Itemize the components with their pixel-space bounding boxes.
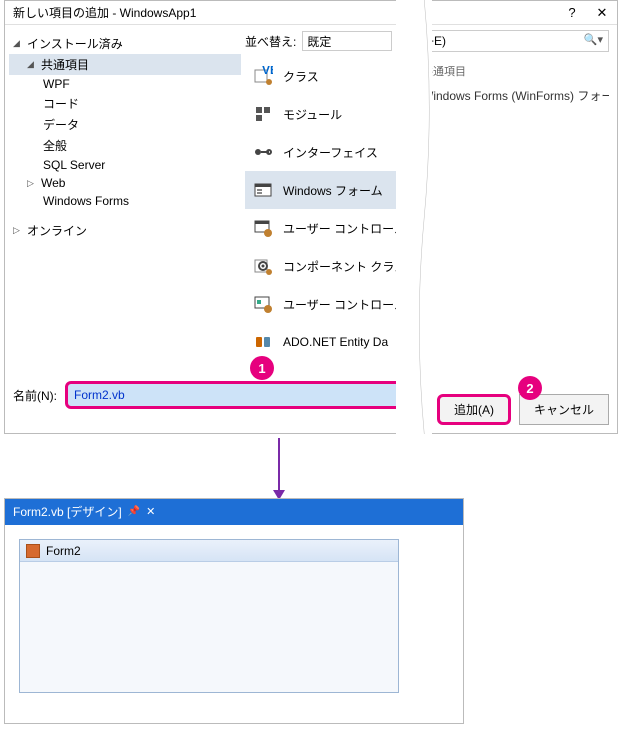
template-label: ユーザー コントロール <box>283 220 406 237</box>
sort-value: 既定 <box>307 33 331 50</box>
template-item-class[interactable]: VB クラス <box>245 57 415 95</box>
tree-item[interactable]: Windows Forms <box>9 192 241 210</box>
expander-icon[interactable] <box>13 38 23 49</box>
template-label: クラス <box>283 68 319 85</box>
sort-row: 並べ替え: 既定 <box>245 25 415 57</box>
tree-label: オンライン <box>27 222 87 239</box>
vb-class-icon: VB <box>253 66 273 86</box>
sort-combo[interactable]: 既定 <box>302 31 392 51</box>
name-row: 名前(N): <box>13 381 407 409</box>
dialog-body: インストール済み 共通項目 WPF コード データ 全般 SQL Server … <box>5 25 415 361</box>
add-button[interactable]: 追加(A) <box>437 394 511 425</box>
tree-label: 共通項目 <box>41 56 89 73</box>
tree-item[interactable]: 全般 <box>9 135 241 156</box>
tree-online[interactable]: オンライン <box>9 220 241 241</box>
tree-label: インストール済み <box>27 35 123 52</box>
tree-label: 全般 <box>43 137 67 154</box>
tree-item[interactable]: WPF <box>9 75 241 93</box>
pin-icon[interactable]: 📌 <box>128 506 140 517</box>
name-input[interactable] <box>65 381 407 409</box>
tree-item[interactable]: SQL Server <box>9 156 241 174</box>
template-label: モジュール <box>283 106 342 123</box>
form-title-text: Form2 <box>46 544 81 558</box>
template-label: Windows フォーム <box>283 182 383 199</box>
tree-label: Windows Forms <box>43 194 129 208</box>
tree-installed[interactable]: インストール済み <box>9 33 241 54</box>
tree-label: WPF <box>43 77 70 91</box>
template-label: インターフェイス <box>283 144 378 161</box>
template-item-component[interactable]: コンポーネント クラス <box>245 247 415 285</box>
titlebar-right: ? ✕ <box>414 1 617 25</box>
tree-item[interactable]: コード <box>9 93 241 114</box>
close-icon[interactable]: ✕ <box>146 505 155 518</box>
add-item-dialog-left: 新しい項目の追加 - WindowsApp1 インストール済み 共通項目 WPF… <box>4 0 416 434</box>
template-label: ユーザー コントロール <box>283 296 406 313</box>
template-label: ADO.NET Entity Da <box>283 335 388 349</box>
expander-icon[interactable] <box>13 225 23 236</box>
dialog-title: 新しい項目の追加 - WindowsApp1 <box>5 1 415 25</box>
template-panel: 並べ替え: 既定 VB クラス モジュール インターフェイス W <box>245 25 415 361</box>
designer-tabbar: Form2.vb [デザイン] 📌 ✕ <box>5 499 463 523</box>
name-label: 名前(N): <box>13 387 57 404</box>
usercontrol2-icon <box>253 294 273 314</box>
flow-arrow-icon <box>278 438 280 492</box>
designer-window: Form2.vb [デザイン] 📌 ✕ Form2 <box>4 498 464 724</box>
search-icon[interactable]: 🔍▾ <box>584 33 603 46</box>
tab-label: Form2.vb [デザイン] <box>13 503 122 520</box>
form-client-area[interactable] <box>20 562 398 692</box>
tree-common[interactable]: 共通項目 <box>9 54 241 75</box>
form-icon <box>253 180 273 200</box>
ado-icon <box>253 332 273 352</box>
tree-label: Web <box>41 176 65 190</box>
template-item-ado[interactable]: ADO.NET Entity Da <box>245 323 415 361</box>
designer-tab[interactable]: Form2.vb [デザイン] 📌 ✕ <box>5 499 163 523</box>
callout-marker-2: 2 <box>518 376 542 400</box>
tree-label: データ <box>43 116 79 133</box>
callout-marker-1: 1 <box>250 356 274 380</box>
tree-label: SQL Server <box>43 158 105 172</box>
template-item-module[interactable]: モジュール <box>245 95 415 133</box>
detail-category: 共通項目 <box>422 63 609 79</box>
button-row: 追加(A) キャンセル <box>437 394 609 425</box>
usercontrol-icon <box>253 218 273 238</box>
category-tree: インストール済み 共通項目 WPF コード データ 全般 SQL Server … <box>5 25 245 361</box>
tree-web[interactable]: Web <box>9 174 241 192</box>
form-titlebar: Form2 <box>20 540 398 562</box>
form-app-icon <box>26 544 40 558</box>
detail-description: Windows Forms (WinForms) フォーム <box>422 87 609 104</box>
template-item-usercontrol-wpf[interactable]: ユーザー コントロール <box>245 285 415 323</box>
template-item-interface[interactable]: インターフェイス <box>245 133 415 171</box>
template-item-windows-form[interactable]: Windows フォーム <box>245 171 415 209</box>
template-label: コンポーネント クラス <box>283 258 406 275</box>
designer-canvas[interactable]: Form2 <box>5 525 463 707</box>
split-gap <box>396 0 432 434</box>
svg-text:VB: VB <box>262 66 273 77</box>
add-item-dialog-right: ? ✕ 🔍▾ 共通項目 Windows Forms (WinForms) フォー… <box>414 0 618 434</box>
tree-label: コード <box>43 95 79 112</box>
search-input[interactable] <box>422 30 609 52</box>
expander-icon[interactable] <box>27 178 37 189</box>
help-button[interactable]: ? <box>557 2 587 24</box>
template-list: VB クラス モジュール インターフェイス Windows フォーム <box>245 57 415 361</box>
module-icon <box>253 104 273 124</box>
interface-icon <box>253 142 273 162</box>
template-item-usercontrol[interactable]: ユーザー コントロール <box>245 209 415 247</box>
component-icon <box>253 256 273 276</box>
tree-item[interactable]: データ <box>9 114 241 135</box>
form-preview[interactable]: Form2 <box>19 539 399 693</box>
sort-label: 並べ替え: <box>245 33 296 50</box>
expander-icon[interactable] <box>27 59 37 70</box>
close-button[interactable]: ✕ <box>587 2 617 24</box>
detail-panel: 共通項目 Windows Forms (WinForms) フォーム <box>414 57 617 110</box>
